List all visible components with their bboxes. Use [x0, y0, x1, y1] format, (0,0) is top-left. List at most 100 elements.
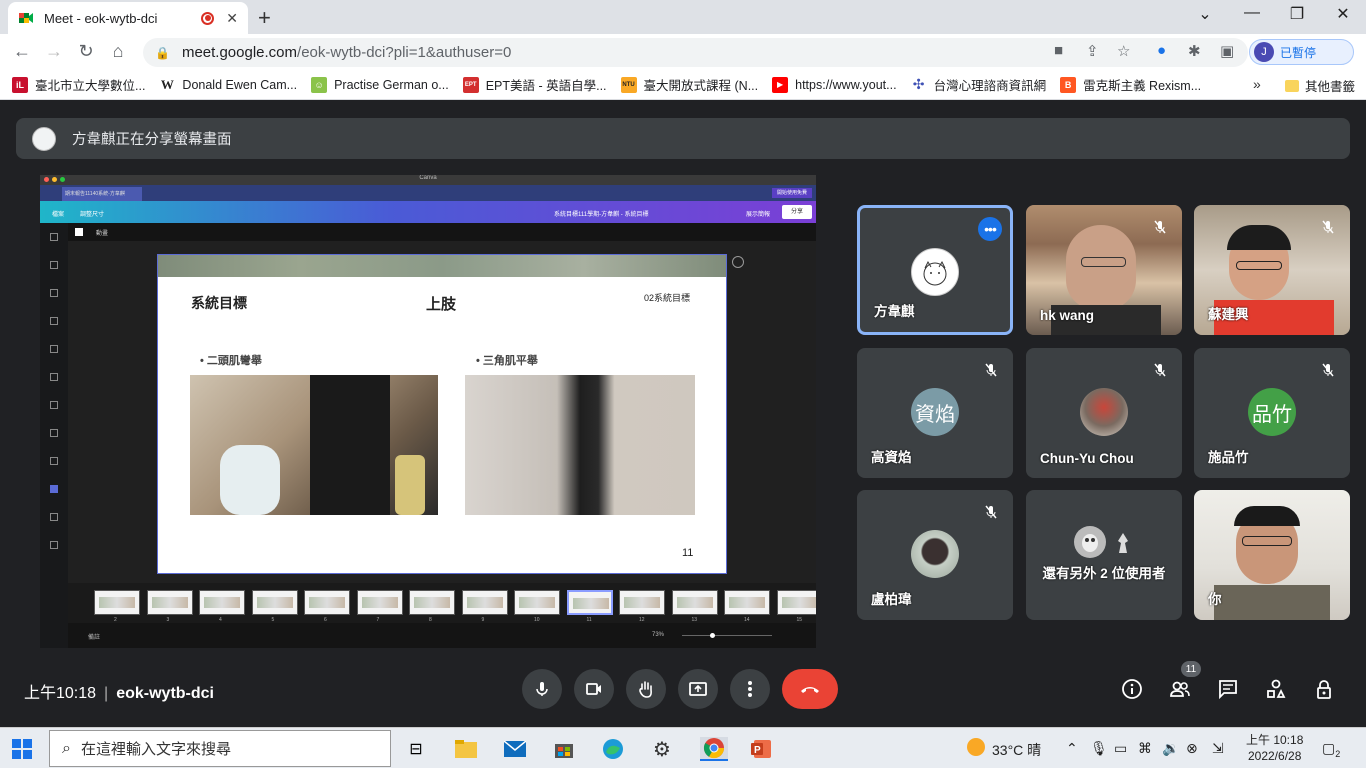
task-view-icon[interactable]: ⊟ — [404, 737, 428, 761]
bookmark-label: 臺北市立大學數位... — [35, 79, 146, 93]
microsoft-store-icon[interactable] — [552, 737, 576, 761]
avatar: 品竹 — [1248, 388, 1296, 436]
slide-thumbnail — [356, 590, 403, 615]
bookmark-item[interactable]: ▶ https://www.yout... — [772, 76, 897, 93]
slide-thumbnail — [776, 590, 816, 615]
activities-button[interactable] — [1264, 677, 1288, 701]
microphone-button[interactable] — [522, 669, 562, 709]
other-bookmarks-folder[interactable]: 其他書籤 — [1285, 76, 1355, 95]
bookmark-label: 臺大開放式課程 (N... — [643, 79, 759, 93]
taskbar-search-box[interactable]: ⌕ 在這裡輸入文字來搜尋 — [49, 730, 391, 767]
address-bar[interactable]: 🔒 meet.google.com/eok-wytb-dci?pli=1&aut… — [143, 38, 1248, 67]
participant-tile[interactable]: Chun-Yu Chou — [1026, 348, 1182, 478]
slide-thumbnail — [671, 590, 718, 615]
participant-tile[interactable]: 資焰 高資焰 — [857, 348, 1013, 478]
windows-start-icon[interactable] — [12, 739, 32, 759]
canva-zoom-label: 73% — [652, 632, 665, 638]
powerpoint-icon[interactable]: P — [749, 737, 773, 761]
restore-icon[interactable]: ❐ — [1282, 4, 1312, 24]
microphone-tray-icon[interactable]: 🎙 — [1090, 740, 1108, 757]
slide-header-image — [158, 255, 726, 277]
present-screen-button[interactable] — [678, 669, 718, 709]
bookmark-star-icon[interactable]: ☆ — [1117, 42, 1130, 60]
participant-tile[interactable]: ••• 方韋麒 — [857, 205, 1013, 335]
bookmark-label: 雷克斯主義 Rexism... — [1083, 79, 1202, 93]
camera-in-use-icon[interactable]: ■ — [1054, 42, 1063, 59]
bookmark-item[interactable]: W Donald Ewen Cam... — [159, 76, 297, 93]
battery-icon[interactable]: ▭ — [1114, 740, 1127, 757]
bookmark-favicon-icon: NTU — [620, 76, 637, 93]
avatar — [911, 530, 959, 578]
meeting-details-button[interactable] — [1120, 677, 1144, 701]
file-explorer-icon[interactable] — [454, 737, 478, 761]
slide-thumbnail — [251, 590, 298, 615]
notification-icon[interactable]: ▢2 — [1322, 740, 1340, 759]
participant-tile[interactable]: 盧柏瑋 — [857, 490, 1013, 620]
bookmark-item[interactable]: ☺ Practise German o... — [311, 76, 449, 93]
participant-tile[interactable]: 品竹 施品竹 — [1194, 348, 1350, 478]
bookmark-item[interactable]: NTU 臺大開放式課程 (N... — [620, 75, 759, 94]
bookmark-label: https://www.yout... — [795, 77, 897, 92]
network-icon[interactable]: ⌘ — [1138, 740, 1152, 757]
raise-hand-button[interactable] — [626, 669, 666, 709]
weather-sun-icon[interactable] — [967, 738, 985, 759]
volume-icon[interactable]: 🔉 — [1162, 740, 1179, 757]
tab-close-icon[interactable]: ✕ — [226, 10, 238, 27]
profile-button[interactable]: J 已暫停 — [1249, 39, 1354, 65]
reload-icon[interactable]: ↻ — [74, 41, 98, 62]
mail-icon[interactable] — [503, 737, 527, 761]
other-user-avatar — [1074, 526, 1106, 558]
canva-present-button: 展示簡報 — [746, 212, 771, 218]
new-tab-plus-icon[interactable]: + — [258, 5, 271, 31]
side-panel-icon[interactable]: ▣ — [1220, 42, 1234, 60]
participant-tile[interactable]: hk wang — [1026, 205, 1182, 335]
bookmark-item[interactable]: iL 臺北市立大學數位... — [12, 75, 145, 94]
google-meet-favicon-icon — [18, 10, 34, 26]
camera-button[interactable] — [574, 669, 614, 709]
people-button[interactable] — [1168, 677, 1192, 701]
ime-icon[interactable]: ⊗ — [1186, 740, 1198, 757]
muted-mic-icon — [1316, 215, 1340, 239]
shared-screen[interactable]: Canva 期末報告11140系統-方韋麒 開始使用免費 檔案 調整尺寸 系統目… — [40, 175, 816, 648]
host-controls-button[interactable] — [1312, 677, 1336, 701]
slide-thumbnail — [461, 590, 508, 615]
browser-toolbar: ← → ↻ ⌂ 🔒 meet.google.com/eok-wytb-dci?p… — [0, 34, 1366, 70]
taskbar-clock[interactable]: 上午 10:18 2022/6/28 — [1246, 732, 1303, 764]
forward-arrow-icon[interactable]: → — [42, 41, 66, 62]
more-options-icon[interactable]: ••• — [978, 217, 1002, 241]
camera-icon — [586, 683, 601, 695]
bookmarks-overflow-icon[interactable]: » — [1253, 76, 1261, 92]
bookmark-item[interactable]: ✣ 台灣心理諮商資訊網 — [910, 75, 1046, 94]
bookmark-favicon-icon: iL — [12, 76, 28, 93]
bookmark-item[interactable]: B 雷克斯主義 Rexism... — [1060, 75, 1201, 94]
edge-icon[interactable] — [601, 737, 625, 761]
tab-search-chevron-icon[interactable]: ⌄ — [1190, 4, 1220, 24]
participant-tile-self[interactable]: 你 — [1194, 490, 1350, 620]
chat-button[interactable] — [1216, 677, 1240, 701]
other-participants-label: 還有另外 2 位使用者 — [1042, 566, 1166, 581]
muted-mic-icon — [1148, 215, 1172, 239]
extensions-puzzle-icon[interactable]: ✱ — [1188, 42, 1201, 60]
settings-gear-icon[interactable]: ⚙ — [650, 737, 674, 761]
participant-name: 方韋麒 — [874, 304, 915, 319]
bookmark-item[interactable]: EPT EPT美語 - 英語自學... — [462, 75, 607, 94]
avatar: 資焰 — [911, 388, 959, 436]
slide-thumbnail — [199, 590, 245, 615]
slide-bullet-2: • 三角肌平舉 — [476, 355, 538, 367]
chrome-icon[interactable] — [700, 737, 728, 761]
input-method-icon[interactable]: ⇲ — [1212, 740, 1224, 757]
minimize-icon[interactable]: — — [1237, 4, 1267, 22]
participant-tile[interactable]: 還有另外 2 位使用者 — [1026, 490, 1182, 620]
participant-tile[interactable]: 蘇建興 — [1194, 205, 1350, 335]
leave-call-button[interactable] — [782, 669, 838, 709]
home-icon[interactable]: ⌂ — [106, 41, 130, 62]
more-options-button[interactable] — [730, 669, 770, 709]
browser-tab-meet[interactable]: Meet - eok-wytb-dci ✕ — [8, 2, 248, 34]
close-window-icon[interactable]: ✕ — [1328, 4, 1358, 24]
weather-text: 33°C 晴 — [992, 742, 1042, 758]
extension-g-icon[interactable]: ● — [1157, 42, 1166, 59]
back-arrow-icon[interactable]: ← — [10, 41, 34, 62]
share-page-icon[interactable]: ⇪ — [1086, 42, 1099, 60]
show-hidden-icons[interactable]: ⌃ — [1066, 740, 1078, 757]
lateral-raise-photo — [465, 375, 695, 515]
